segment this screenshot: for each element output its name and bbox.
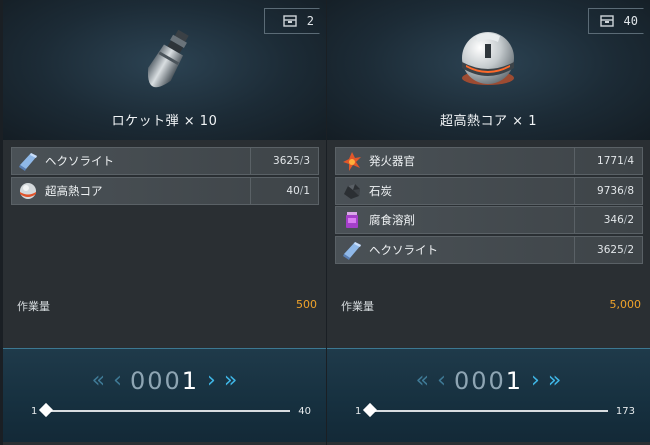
storage-box-icon [599, 15, 614, 27]
material-name: ヘクソライト [45, 154, 114, 168]
last-arrow-icon[interactable]: » [548, 370, 561, 392]
material-row[interactable]: 石炭 9736/8 [335, 176, 643, 205]
item-name: ロケット弾 × 10 [111, 114, 218, 129]
first-arrow-icon[interactable]: « [416, 370, 429, 392]
material-amount: 40/1 [250, 177, 318, 204]
quantity-slider[interactable]: 1 173 [355, 402, 635, 418]
workload-value: 5,000 [609, 298, 642, 311]
super-heat-core-image [462, 32, 514, 85]
material-row[interactable]: 発火器官 1771/4 [335, 147, 643, 175]
next-arrow-icon[interactable]: › [207, 370, 216, 392]
super-heat-core-icon [17, 180, 39, 202]
craft-panel-core: 40 超高熱コア × 1 発火器官 1771/4 石炭 9736/8 腐食溶剤 … [327, 0, 650, 445]
prev-arrow-icon[interactable]: ‹ [437, 370, 446, 392]
rocket-shell-image [147, 29, 189, 88]
material-row[interactable]: ヘクソライト 3625/2 [335, 235, 643, 264]
coal-icon [341, 180, 363, 202]
workload-value: 500 [296, 298, 317, 311]
workload: 作業量 500 [17, 298, 317, 314]
material-name: ヘクソライト [369, 242, 438, 257]
material-list: 発火器官 1771/4 石炭 9736/8 腐食溶剤 346/2 ヘクソライト … [335, 147, 643, 265]
slider-min: 1 [355, 405, 362, 417]
material-row[interactable]: 腐食溶剤 346/2 [335, 206, 643, 234]
owned-quantity: 40 [588, 8, 644, 34]
material-amount: 3625/3 [250, 148, 318, 174]
quantity-counter: « ‹ 0001 › » [3, 367, 326, 395]
slider-max: 40 [298, 405, 311, 417]
material-row[interactable]: 超高熱コア 40/1 [11, 176, 319, 205]
owned-quantity: 2 [264, 8, 320, 34]
quantity-slider[interactable]: 1 40 [31, 402, 311, 418]
material-list: ヘクソライト 3625/3 超高熱コア 40/1 [11, 147, 319, 206]
workload-label: 作業量 [341, 300, 374, 313]
slider-track[interactable] [363, 402, 608, 418]
slider-min: 1 [31, 405, 38, 417]
material-name: 腐食溶剤 [369, 213, 415, 227]
item-preview: 40 超高熱コア × 1 [327, 0, 650, 140]
quantity-value: 0001 [129, 367, 200, 395]
material-name: 発火器官 [369, 154, 415, 168]
first-arrow-icon[interactable]: « [92, 370, 105, 392]
material-amount: 3625/2 [574, 236, 642, 263]
quantity-selector: « ‹ 0001 › » 1 40 [3, 348, 326, 442]
slider-max: 173 [615, 405, 635, 417]
next-arrow-icon[interactable]: › [531, 370, 540, 392]
quantity-selector: « ‹ 0001 › » 1 173 [327, 348, 650, 442]
material-name: 石炭 [369, 183, 392, 198]
storage-box-icon [283, 15, 297, 27]
craft-panel-rocket: 2 ロケット弾 × 10 ヘクソライト 3625/3 超高熱コア 40/1 作業… [3, 0, 326, 445]
material-amount: 346/2 [574, 207, 642, 233]
quantity-value: 0001 [453, 367, 524, 395]
quantity-counter: « ‹ 0001 › » [327, 367, 650, 395]
igniter-icon [341, 150, 363, 172]
material-amount: 9736/8 [574, 177, 642, 204]
hexolite-icon [341, 239, 363, 261]
corrosive-solvent-icon [341, 209, 363, 231]
workload: 作業量 5,000 [341, 298, 641, 314]
material-name: 超高熱コア [45, 183, 103, 198]
material-row[interactable]: ヘクソライト 3625/3 [11, 147, 319, 175]
hexolite-icon [17, 150, 39, 172]
slider-knob[interactable] [363, 402, 378, 418]
item-preview: 2 ロケット弾 × 10 [3, 0, 326, 140]
workload-label: 作業量 [17, 300, 50, 313]
item-name: 超高熱コア × 1 [440, 114, 537, 129]
material-amount: 1771/4 [574, 148, 642, 174]
last-arrow-icon[interactable]: » [224, 370, 237, 392]
prev-arrow-icon[interactable]: ‹ [113, 370, 122, 392]
slider-track[interactable] [39, 402, 291, 418]
slider-knob[interactable] [39, 402, 54, 418]
